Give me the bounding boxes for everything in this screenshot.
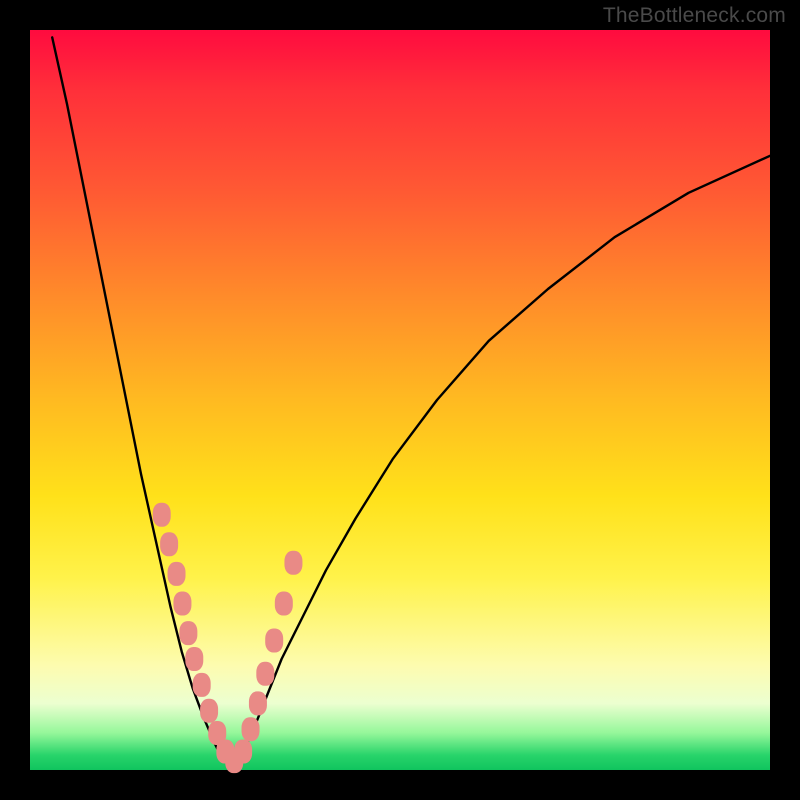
chart-svg	[30, 30, 770, 770]
marker-point	[265, 629, 283, 653]
marker-point	[242, 717, 260, 741]
chart-frame: TheBottleneck.com	[0, 0, 800, 800]
marker-point	[173, 592, 191, 616]
marker-point	[275, 592, 293, 616]
marker-point	[185, 647, 203, 671]
marker-point	[168, 562, 186, 586]
marker-point	[160, 532, 178, 556]
curve-right_branch	[230, 156, 770, 767]
marker-point	[179, 621, 197, 645]
plot-area	[30, 30, 770, 770]
curve-layer	[52, 37, 770, 766]
marker-point	[153, 503, 171, 527]
marker-point	[256, 662, 274, 686]
marker-point	[234, 740, 252, 764]
marker-point	[193, 673, 211, 697]
marker-layer	[153, 503, 303, 773]
marker-point	[249, 691, 267, 715]
marker-point	[284, 551, 302, 575]
marker-point	[200, 699, 218, 723]
watermark-text: TheBottleneck.com	[603, 4, 786, 28]
